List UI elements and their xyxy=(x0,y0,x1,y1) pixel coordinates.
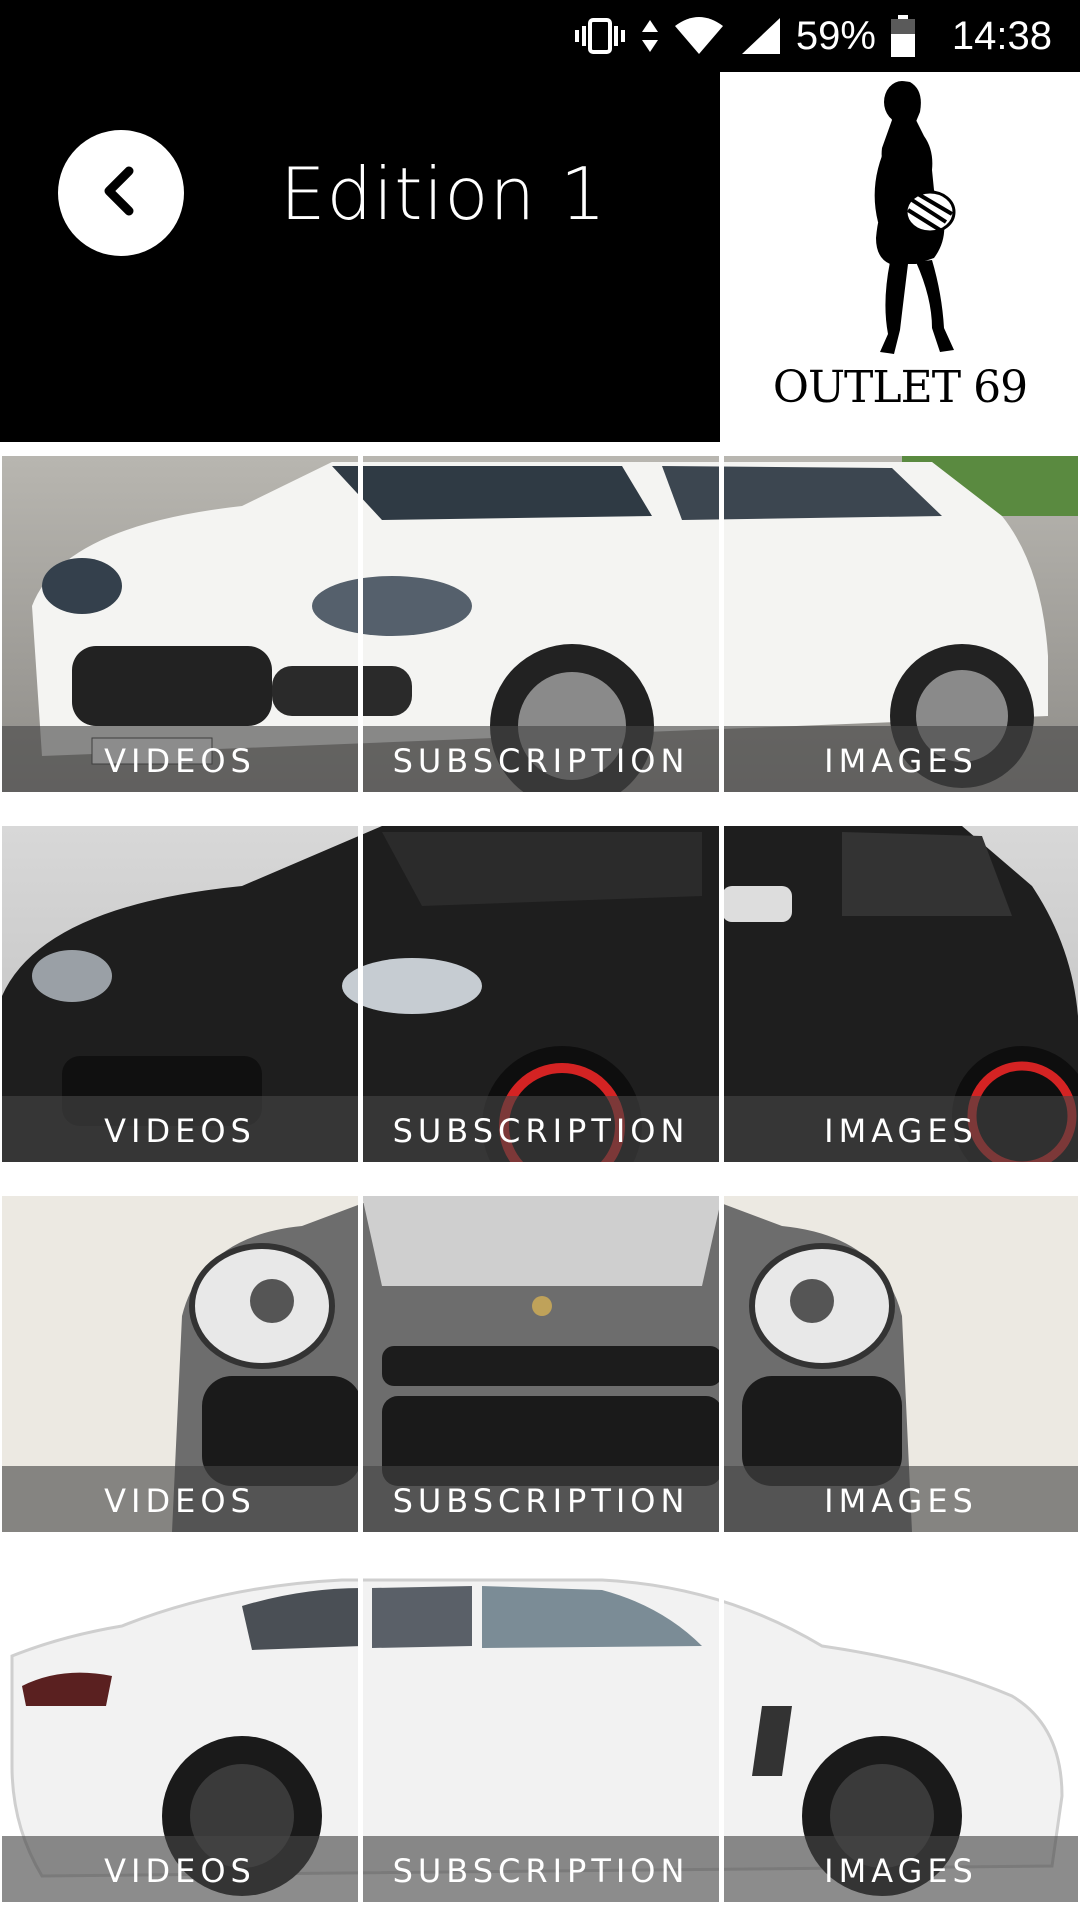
silhouette-logo-icon xyxy=(874,81,956,354)
tile-divider xyxy=(358,1566,363,1902)
clock: 14:38 xyxy=(951,14,1052,58)
videos-tile[interactable]: VIDEOS xyxy=(2,826,358,1162)
tile-label: VIDEOS xyxy=(2,1466,358,1532)
logo-text: OUTLET 69 xyxy=(772,362,1028,413)
subscription-tile[interactable]: SUBSCRIPTION xyxy=(363,826,719,1162)
header-bar: Edition 1 xyxy=(0,72,720,442)
tile-divider xyxy=(358,1196,363,1532)
tile-label: VIDEOS xyxy=(2,1836,358,1902)
battery-percent: 59% xyxy=(795,14,876,58)
tile-divider xyxy=(358,456,363,792)
back-button[interactable] xyxy=(58,130,184,256)
signal-icon xyxy=(738,16,782,56)
tile-label: IMAGES xyxy=(724,1466,1078,1532)
tile-label: IMAGES xyxy=(724,726,1078,792)
tile-divider xyxy=(358,826,363,1162)
tile-label: IMAGES xyxy=(724,1836,1078,1902)
data-arrows-icon xyxy=(640,16,660,56)
tile-label: VIDEOS xyxy=(2,726,358,792)
wifi-icon xyxy=(674,16,724,56)
videos-tile[interactable]: VIDEOS xyxy=(2,1566,358,1902)
images-tile[interactable]: IMAGES xyxy=(724,826,1078,1162)
grid-row: VIDEOS SUBSCRIPTION IMAGES xyxy=(0,1196,1080,1532)
subscription-tile[interactable]: SUBSCRIPTION xyxy=(363,1566,719,1902)
videos-tile[interactable]: VIDEOS xyxy=(2,1196,358,1532)
brand-logo: OUTLET 69 xyxy=(720,72,1080,442)
tile-label: SUBSCRIPTION xyxy=(363,726,719,792)
tile-label: SUBSCRIPTION xyxy=(363,1466,719,1532)
images-tile[interactable]: IMAGES xyxy=(724,1196,1078,1532)
tile-label: VIDEOS xyxy=(2,1096,358,1162)
status-bar: 59% 14:38 xyxy=(0,0,1080,72)
tile-label: IMAGES xyxy=(724,1096,1078,1162)
images-tile[interactable]: IMAGES xyxy=(724,1566,1078,1902)
tile-divider xyxy=(719,1566,724,1902)
grid-row: VIDEOS SUBSCRIPTION IMAGES xyxy=(0,826,1080,1162)
chevron-left-icon xyxy=(91,161,151,225)
tile-divider xyxy=(719,826,724,1162)
subscription-tile[interactable]: SUBSCRIPTION xyxy=(363,456,719,792)
tile-label: SUBSCRIPTION xyxy=(363,1836,719,1902)
battery-icon xyxy=(890,14,916,58)
status-icons: 59% 14:38 xyxy=(574,0,1052,72)
subscription-tile[interactable]: SUBSCRIPTION xyxy=(363,1196,719,1532)
tile-label: SUBSCRIPTION xyxy=(363,1096,719,1162)
tile-divider xyxy=(719,456,724,792)
page-title: Edition 1 xyxy=(280,152,607,236)
tile-divider xyxy=(719,1196,724,1532)
grid-row: VIDEOS SUBSCRIPTION IMAGES xyxy=(0,456,1080,792)
videos-tile[interactable]: VIDEOS xyxy=(2,456,358,792)
vibrate-icon xyxy=(574,16,626,56)
images-tile[interactable]: IMAGES xyxy=(724,456,1078,792)
grid-row: VIDEOS SUBSCRIPTION IMAGES xyxy=(0,1566,1080,1902)
